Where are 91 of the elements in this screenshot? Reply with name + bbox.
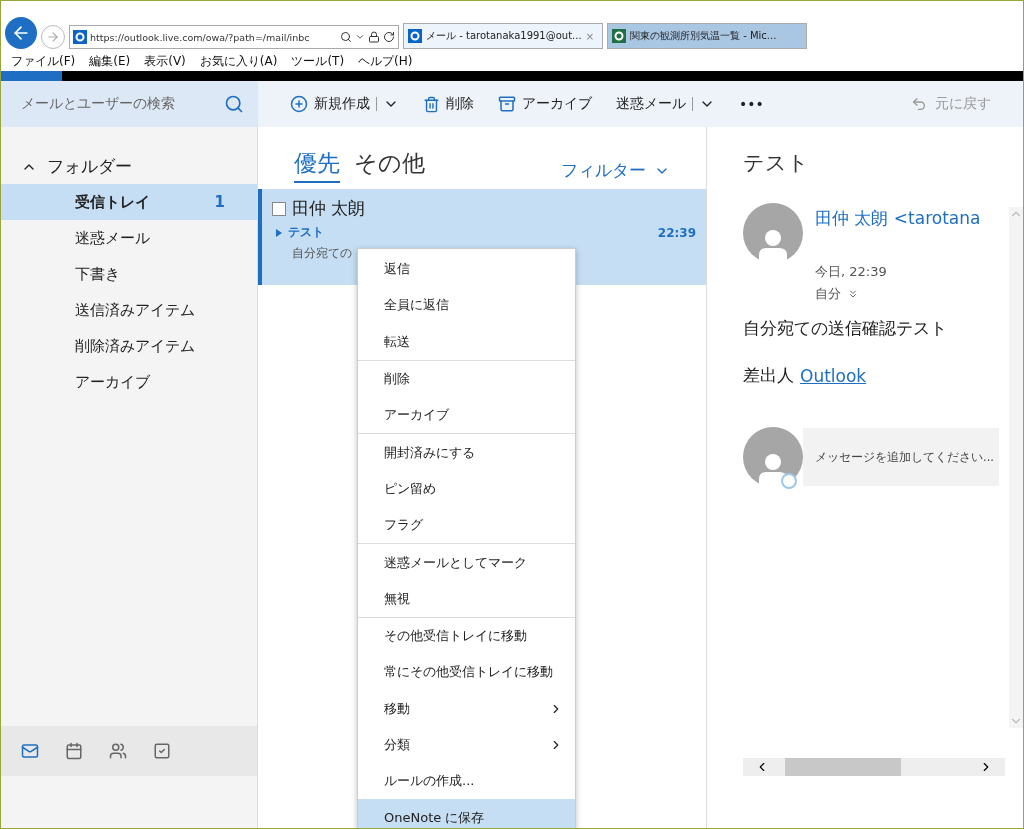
menu-item[interactable]: ヘルプ(H) [358,52,413,70]
outlook-logo-icon [73,30,87,44]
toolbar-button[interactable]: ••• [739,96,764,112]
folder-item[interactable]: 迷惑メール [1,220,257,256]
forward-arrow-icon [46,30,60,44]
folder-name: アーカイブ [75,372,150,392]
browser-tab[interactable]: 関東の観測所別気温一覧 - Mic... [607,23,807,49]
presence-icon [781,473,797,489]
checkbox[interactable] [272,201,286,216]
list-tab[interactable]: その他 [354,148,425,183]
folder-item[interactable]: 削除済みアイテム [1,328,257,364]
context-menu-item[interactable]: 削除 [358,360,575,398]
back-button[interactable] [5,17,37,49]
folder-name: 送信済みアイテム [75,300,195,320]
nav-button[interactable] [65,742,83,760]
outlook-link[interactable]: Outlook [800,365,867,386]
outlook-logo-icon [408,29,422,43]
message-preview: 自分宛ての [291,245,353,262]
reading-subject: テスト [743,150,810,177]
menu-item[interactable]: お気に入り(A) [199,52,278,70]
toolbar-button[interactable]: 削除 [423,95,474,113]
address-bar[interactable]: https://outlook.live.com/owa/?path=/mail/inbc [69,25,399,49]
people-icon [109,742,127,760]
signature-text: 差出人 [743,364,794,387]
checkbox-icon [153,742,171,760]
undo-icon [911,96,927,112]
folder-item[interactable]: 受信トレイ 1 [1,184,257,220]
context-menu-item[interactable]: 迷惑メールとしてマーク [358,544,575,581]
toolbar-button[interactable]: アーカイブ [498,95,592,113]
context-menu-item[interactable]: 全員に返信 [358,287,575,324]
list-tab[interactable]: 優先 [294,148,340,183]
context-menu-item[interactable]: 常にその他受信トレイに移動 [358,654,575,691]
person-silhouette-icon [758,229,788,263]
context-menu-item[interactable]: 転送 [358,323,575,360]
menu-item[interactable]: ツール(T) [291,52,345,70]
context-menu-item[interactable]: 開封済みにする [358,434,575,471]
menu-item[interactable]: ファイル(F) [11,52,76,70]
search-field[interactable]: メールとユーザーの検索 [1,81,258,127]
folder-item[interactable]: アーカイブ [1,364,257,400]
folder-header[interactable]: フォルダー [1,127,257,184]
add-icon [290,95,308,113]
folder-item[interactable]: 送信済みアイテム [1,292,257,328]
context-menu-item[interactable]: その他受信トレイに移動 [358,617,575,655]
recipient: 自分 [815,285,841,303]
nav-button[interactable] [21,742,39,760]
mail-icon [21,742,39,760]
browser-tab[interactable]: メール - tarotanaka1991@out... × [403,23,603,49]
folder-name: 受信トレイ [75,192,150,212]
nav-button[interactable] [153,742,171,760]
tab-title: 関東の観測所別気温一覧 - Mic... [630,29,777,43]
message-subject: テスト [288,224,325,241]
toolbar-button[interactable]: 新規作成 [290,95,399,113]
expand-icon [847,288,859,300]
context-menu-item[interactable]: フラグ [358,507,575,544]
expand-triangle-icon [276,228,282,237]
context-menu-item[interactable]: 移動 [358,690,575,727]
context-menu-item[interactable]: 分類 [358,726,575,764]
unread-count: 1 [214,193,225,211]
folder-name: 下書き [75,264,120,284]
filter-button[interactable]: フィルター [555,158,676,183]
context-menu-item[interactable]: 無視 [358,580,575,617]
message-body: 自分宛ての送信確認テスト [743,317,948,340]
context-menu-item[interactable]: ピン留め [358,470,575,508]
folder-name: 迷惑メール [75,228,150,248]
tab-title: メール - tarotanaka1991@out... [426,29,582,43]
message-time: 22:39 [657,225,696,240]
context-menu-item[interactable]: ルールの作成... [358,763,575,800]
search-icon [224,94,244,114]
lock-icon [368,31,380,43]
person-silhouette-icon [758,453,788,487]
dropdown-icon [355,32,365,42]
search-icon [340,31,352,43]
folder-name: 削除済みアイテム [75,336,195,356]
message-date: 今日, 22:39 [815,263,888,281]
context-menu-item[interactable]: アーカイブ [358,397,575,434]
archive-icon [498,95,516,113]
folder-item[interactable]: 下書き [1,256,257,292]
url-text: https://outlook.live.com/owa/?path=/mail/inbc [90,31,311,43]
menu-item[interactable]: 編集(E) [89,52,131,70]
menu-item[interactable]: 表示(V) [144,52,186,70]
reply-field[interactable]: メッセージを追加してください... [803,428,999,486]
nav-button[interactable] [109,742,127,760]
sender-name: 田仲 太朗 [292,197,366,220]
refresh-icon [383,31,395,43]
horizontal-scrollbar[interactable] [743,758,1005,776]
trash-icon [423,95,440,113]
toolbar-button[interactable]: 迷惑メール [616,95,715,113]
context-menu-item[interactable]: 返信 [358,251,575,288]
sender-name[interactable]: 田仲 太朗 <tarotana [815,207,981,230]
calendar-icon [65,742,83,760]
context-menu-item[interactable]: OneNote に保存 [358,799,575,828]
